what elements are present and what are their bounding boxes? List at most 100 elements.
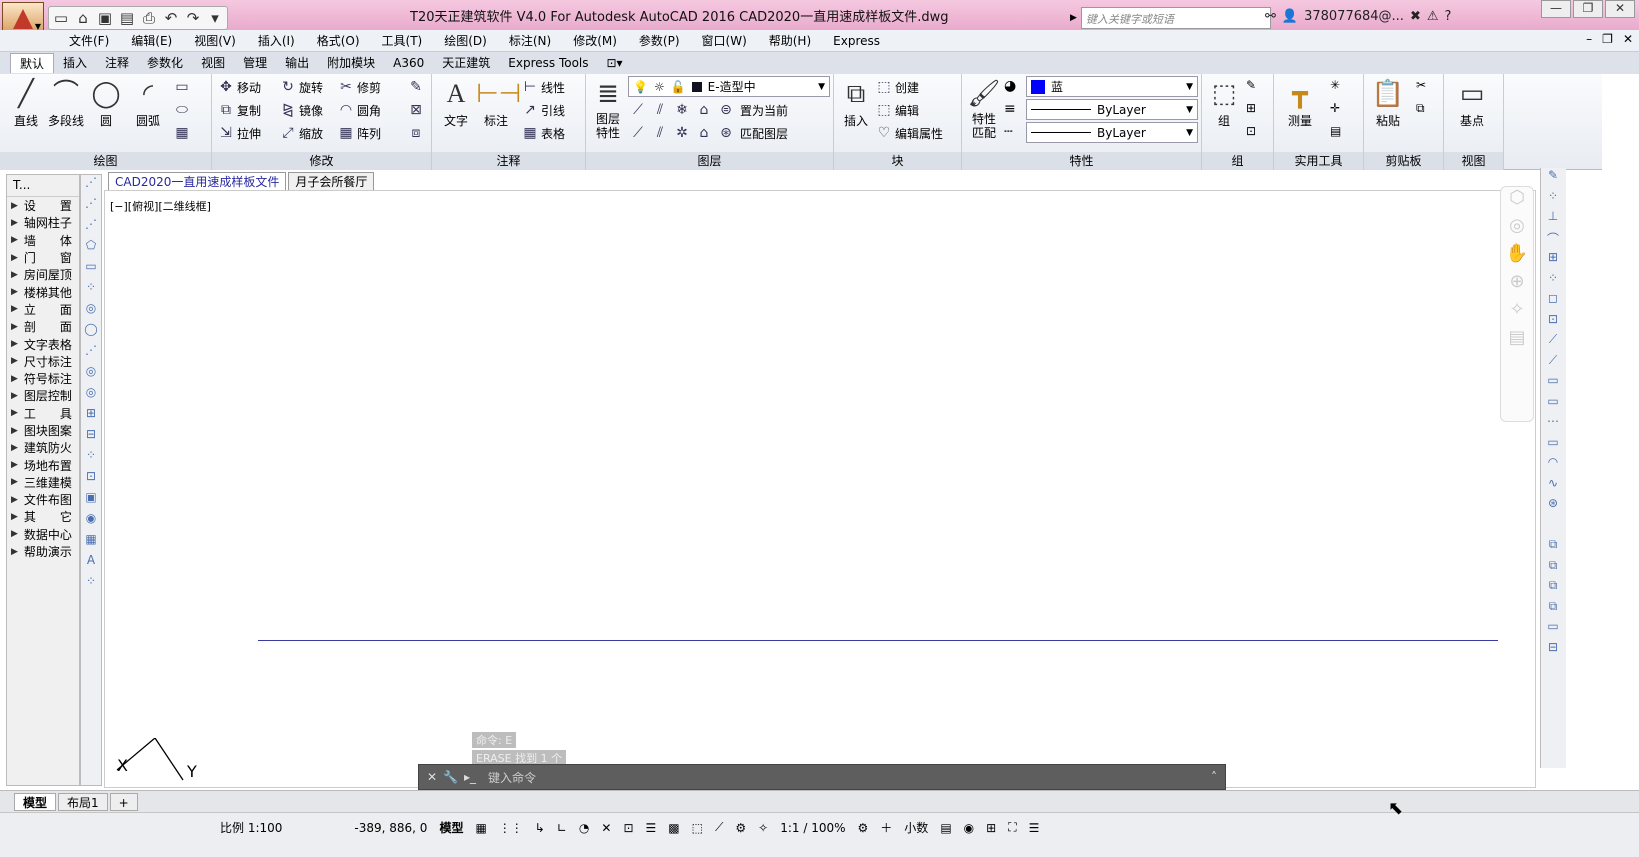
left-tool-icon[interactable]: ⋰ bbox=[81, 343, 101, 364]
right-tool-icon[interactable]: ⟋ bbox=[1541, 332, 1565, 353]
clean-screen-icon[interactable]: ⛶ bbox=[1008, 820, 1016, 835]
doc-minimize-icon[interactable]: – bbox=[1586, 32, 1592, 46]
palette-item[interactable]: ▶ 其 它 bbox=[7, 508, 79, 525]
right-tool-icon[interactable]: ▭ bbox=[1541, 435, 1565, 456]
save-as-icon[interactable]: ▤ bbox=[119, 9, 135, 27]
infer-icon[interactable]: ↳ bbox=[535, 821, 545, 835]
zoom-icon[interactable]: ⊕ bbox=[1501, 271, 1533, 299]
left-tool-icon[interactable]: ◯ bbox=[81, 322, 101, 343]
selection-cycling-icon[interactable]: ⬚ bbox=[692, 821, 703, 835]
steering-wheel-icon[interactable]: ◎ bbox=[1501, 215, 1533, 243]
user-name[interactable]: 378077684@... bbox=[1304, 9, 1404, 24]
tab-a360[interactable]: A360 bbox=[384, 53, 433, 73]
ellipse-button[interactable]: ⬭ bbox=[174, 99, 190, 121]
calculator-icon[interactable]: ▤ bbox=[1330, 124, 1341, 138]
connect-icon[interactable]: ⚠ bbox=[1427, 9, 1439, 24]
right-tool-icon[interactable]: ⟋ bbox=[1541, 353, 1565, 374]
left-tool-icon[interactable]: ⊞ bbox=[81, 406, 101, 427]
close-icon[interactable]: ✕ bbox=[427, 770, 437, 784]
panel-modify-title[interactable]: 修改 bbox=[212, 152, 431, 170]
palette-item[interactable]: ▶ 房间屋顶 bbox=[7, 266, 79, 283]
save-icon[interactable]: ▣ bbox=[97, 9, 113, 27]
circle-button[interactable]: ◯ 圆 bbox=[86, 76, 126, 129]
layer-freeze-icon[interactable]: ❄ bbox=[674, 102, 690, 118]
exchange-icon[interactable]: ✖ bbox=[1410, 9, 1421, 24]
panel-annotation-title[interactable]: 注释 bbox=[432, 152, 585, 170]
layer-isolate-icon[interactable]: ⫽ bbox=[652, 102, 668, 118]
menu-edit[interactable]: 编辑(E) bbox=[120, 32, 183, 50]
model-space-button[interactable]: 模型 bbox=[439, 819, 463, 836]
command-input[interactable]: 键入命令 bbox=[488, 769, 536, 786]
move-button[interactable]: ✥ 移动 bbox=[218, 76, 261, 98]
menu-dimension[interactable]: 标注(N) bbox=[498, 32, 562, 50]
palette-item[interactable]: ▶ 工 具 bbox=[7, 405, 79, 422]
transparency-icon[interactable]: ▩ bbox=[668, 821, 679, 835]
hardware-accel-icon[interactable]: ⊞ bbox=[986, 821, 996, 835]
menu-express[interactable]: Express bbox=[822, 32, 891, 50]
palette-item[interactable]: ▶ 立 面 bbox=[7, 301, 79, 318]
create-block-button[interactable]: ⬚ 创建 bbox=[876, 76, 919, 98]
customize-qat-icon[interactable]: ▾ bbox=[207, 9, 223, 27]
panel-properties-title[interactable]: 特性 bbox=[962, 152, 1201, 170]
palette-header[interactable]: T... bbox=[7, 175, 79, 197]
palette-item[interactable]: ▶ 设 置 bbox=[7, 197, 79, 214]
menu-modify[interactable]: 修改(M) bbox=[562, 32, 628, 50]
polar-icon[interactable]: ◔ bbox=[579, 821, 589, 835]
ortho-icon[interactable]: ∟ bbox=[557, 821, 567, 835]
palette-item[interactable]: ▶ 墙 体 bbox=[7, 232, 79, 249]
erase-button[interactable]: ✎ bbox=[408, 76, 424, 98]
menu-window[interactable]: 窗口(W) bbox=[691, 32, 758, 50]
palette-item[interactable]: ▶ 剖 面 bbox=[7, 318, 79, 335]
grid-icon[interactable]: ▦ bbox=[475, 821, 486, 835]
group-button[interactable]: ⬚ 组 bbox=[1204, 76, 1244, 129]
user-icon[interactable]: 👤 bbox=[1282, 9, 1298, 24]
right-tool-icon[interactable]: ⊛ bbox=[1541, 496, 1565, 517]
doc-tab-restaurant[interactable]: 月子会所餐厅 bbox=[288, 172, 375, 192]
cut-icon[interactable]: ✂ bbox=[1416, 78, 1426, 92]
quick-props-icon[interactable]: ▤ bbox=[940, 821, 951, 835]
right-tool-icon[interactable]: ◠ bbox=[1541, 455, 1565, 476]
palette-item[interactable]: ▶ 图层控制 bbox=[7, 387, 79, 404]
scale-button[interactable]: ⤢ 缩放 bbox=[280, 122, 323, 144]
print-icon[interactable]: ⎙ bbox=[141, 9, 157, 27]
menu-draw[interactable]: 绘图(D) bbox=[433, 32, 498, 50]
isodraft-icon[interactable]: ✕ bbox=[601, 821, 611, 835]
trim-button[interactable]: ✂ 修剪 bbox=[338, 76, 381, 98]
tab-parametric[interactable]: 参数化 bbox=[138, 53, 192, 73]
palette-item[interactable]: ▶ 帮助演示 bbox=[7, 543, 79, 560]
palette-item[interactable]: ▶ 数据中心 bbox=[7, 526, 79, 543]
palette-item[interactable]: ▶ 文件布图 bbox=[7, 491, 79, 508]
menu-view[interactable]: 视图(V) bbox=[183, 32, 247, 50]
menu-insert[interactable]: 插入(I) bbox=[247, 32, 306, 50]
settings-icon[interactable]: ⚙ bbox=[858, 821, 869, 835]
panel-layers-title[interactable]: 图层 bbox=[586, 152, 833, 170]
palette-item[interactable]: ▶ 场地布置 bbox=[7, 456, 79, 473]
plus-icon[interactable]: ＋ bbox=[880, 819, 892, 836]
palette-item[interactable]: ▶ 门 窗 bbox=[7, 249, 79, 266]
tab-manage[interactable]: 管理 bbox=[234, 53, 276, 73]
left-tool-icon[interactable]: ⁘ bbox=[81, 448, 101, 469]
layer-off-icon[interactable]: ⟋ bbox=[630, 102, 646, 118]
mirror-button[interactable]: ⧎ 镜像 bbox=[280, 99, 323, 121]
copy-button[interactable]: ⧉ 复制 bbox=[218, 99, 261, 121]
ungroup-icon[interactable]: ✎ bbox=[1246, 78, 1256, 92]
undo-icon[interactable]: ↶ bbox=[163, 9, 179, 27]
doc-restore-icon[interactable]: ❐ bbox=[1602, 32, 1613, 46]
viewport-controls-label[interactable]: [−][俯视][二维线框] bbox=[110, 198, 211, 214]
right-tool-icon[interactable]: ⌒ bbox=[1541, 230, 1565, 251]
right-tool-icon[interactable]: ⊡ bbox=[1541, 312, 1565, 333]
rectangle-button[interactable]: ▭ bbox=[174, 76, 190, 98]
zoom-scale[interactable]: 1:1 / 100% bbox=[780, 821, 845, 835]
redo-icon[interactable]: ↷ bbox=[185, 9, 201, 27]
tab-insert[interactable]: 插入 bbox=[54, 53, 96, 73]
annotation-icon[interactable]: ⟋ bbox=[715, 820, 723, 835]
palette-item[interactable]: ▶ 轴网柱子 bbox=[7, 214, 79, 231]
doc-close-icon[interactable]: ✕ bbox=[1623, 32, 1633, 46]
menu-parametric[interactable]: 参数(P) bbox=[628, 32, 691, 50]
drawn-line[interactable] bbox=[258, 640, 1498, 641]
group-select-icon[interactable]: ⊡ bbox=[1246, 124, 1256, 138]
panel-clipboard-title[interactable]: 剪贴板 bbox=[1364, 152, 1443, 170]
array-button[interactable]: ▦ 阵列 bbox=[338, 122, 381, 144]
right-tool-icon[interactable]: ⊥ bbox=[1541, 209, 1565, 230]
units-dropdown[interactable]: 小数 bbox=[904, 819, 928, 836]
